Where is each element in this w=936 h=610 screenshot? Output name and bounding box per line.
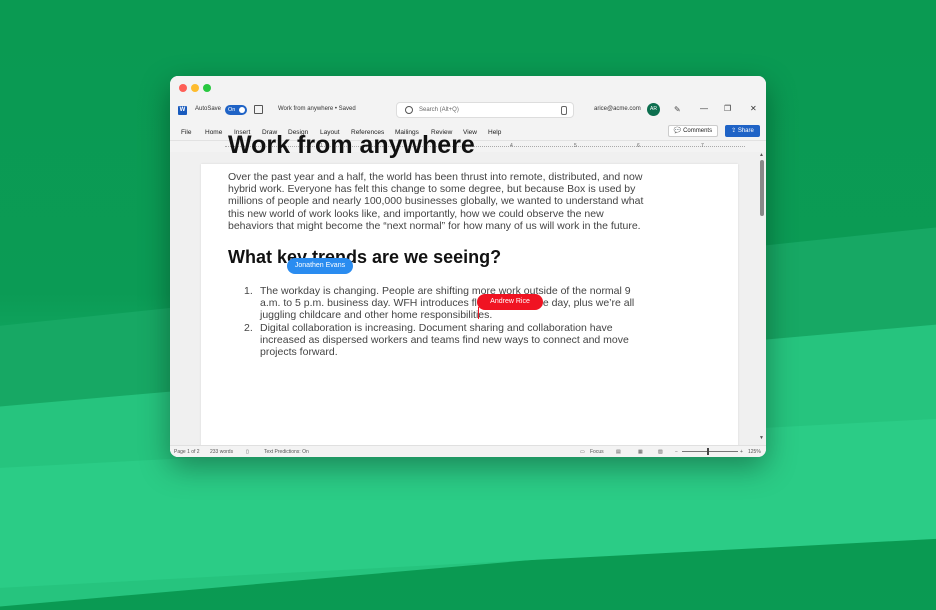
command-bar: W AutoSave On Work from anywhere • Saved… [170, 100, 766, 122]
document-paragraph: Over the past year and a half, the world… [228, 171, 644, 232]
user-email: arice@acme.com [594, 106, 641, 112]
page-count[interactable]: Page 1 of 2 [174, 449, 200, 455]
microphone-icon[interactable] [561, 106, 567, 115]
print-layout-icon[interactable]: ▦ [638, 449, 643, 455]
list-item: 2. Digital collaboration is increasing. … [228, 322, 652, 359]
word-app-icon: W [178, 106, 187, 115]
title-bar [170, 76, 766, 100]
tab-home[interactable]: Home [205, 129, 222, 136]
autosave-label: AutoSave [195, 106, 222, 112]
search-input[interactable]: Search (Alt+Q) [419, 107, 459, 113]
search-icon [405, 106, 413, 114]
avatar[interactable]: AR [647, 103, 660, 116]
collaborator-tag-andrew: Andrew Rice [477, 294, 543, 310]
scroll-thumb[interactable] [760, 160, 764, 216]
read-mode-icon[interactable]: ▤ [616, 449, 621, 455]
comments-button[interactable]: 💬 Comments [668, 125, 718, 137]
share-button[interactable]: ⇪ Share [725, 125, 760, 137]
zoom-window-button[interactable] [203, 84, 211, 92]
list-item-text: The workday is changing. People are shif… [260, 285, 635, 322]
share-label: Share [737, 128, 754, 134]
document-title[interactable]: Work from anywhere • Saved [278, 106, 356, 112]
vertical-scrollbar[interactable]: ▲ ▼ [758, 152, 766, 445]
close-button[interactable]: ✕ [750, 104, 757, 114]
scroll-up-icon[interactable]: ▲ [759, 152, 764, 158]
autosave-state: On [228, 107, 236, 113]
ruler-number: 4 [510, 143, 513, 149]
collaborator-tag-jonathen: Jonathen Evans [287, 258, 353, 274]
zoom-slider[interactable] [682, 451, 738, 452]
tab-help[interactable]: Help [488, 129, 501, 136]
read-aloud-icon[interactable]: ▯ [246, 449, 249, 455]
focus-label[interactable]: Focus [590, 449, 604, 455]
list-item-text: Digital collaboration is increasing. Doc… [260, 321, 629, 359]
tab-file[interactable]: File [181, 129, 191, 136]
document-subheading: What key trends are we seeing? [228, 247, 502, 267]
toggle-knob [239, 107, 245, 113]
word-count[interactable]: 233 words [210, 449, 233, 455]
minimize-window-button[interactable] [191, 84, 199, 92]
zoom-in-button[interactable]: + [740, 449, 743, 455]
zoom-out-button[interactable]: − [675, 449, 678, 455]
document-heading: Work from anywhere [228, 131, 475, 159]
pen-icon[interactable]: ✎ [674, 106, 681, 114]
scroll-down-icon[interactable]: ▼ [759, 435, 764, 441]
list-number: 2. [244, 321, 253, 334]
comments-label: Comments [683, 128, 713, 134]
ruler-number: 5 [574, 143, 577, 149]
document-list: 1. The workday is changing. People are s… [228, 285, 652, 358]
save-icon[interactable] [254, 105, 263, 114]
zoom-level[interactable]: 125% [748, 449, 761, 455]
ruler-number: 6 [637, 143, 640, 149]
close-window-button[interactable] [179, 84, 187, 92]
search-box[interactable]: Search (Alt+Q) [396, 102, 574, 118]
minimize-button[interactable]: — [700, 104, 708, 114]
web-layout-icon[interactable]: ▧ [658, 449, 663, 455]
zoom-slider-handle[interactable] [707, 448, 709, 455]
status-bar: Page 1 of 2 233 words ▯ Text Predictions… [170, 445, 766, 457]
list-number: 1. [244, 285, 253, 297]
ruler-number: 7 [701, 143, 704, 149]
text-predictions[interactable]: Text Predictions: On [264, 449, 309, 455]
collaborator-cursor [478, 307, 479, 319]
autosave-toggle[interactable]: On [225, 105, 247, 115]
list-item: 1. The workday is changing. People are s… [228, 285, 652, 322]
focus-icon[interactable]: ▭ [580, 449, 585, 455]
restore-button[interactable]: ❐ [724, 104, 731, 114]
word-window: W AutoSave On Work from anywhere • Saved… [170, 76, 766, 457]
